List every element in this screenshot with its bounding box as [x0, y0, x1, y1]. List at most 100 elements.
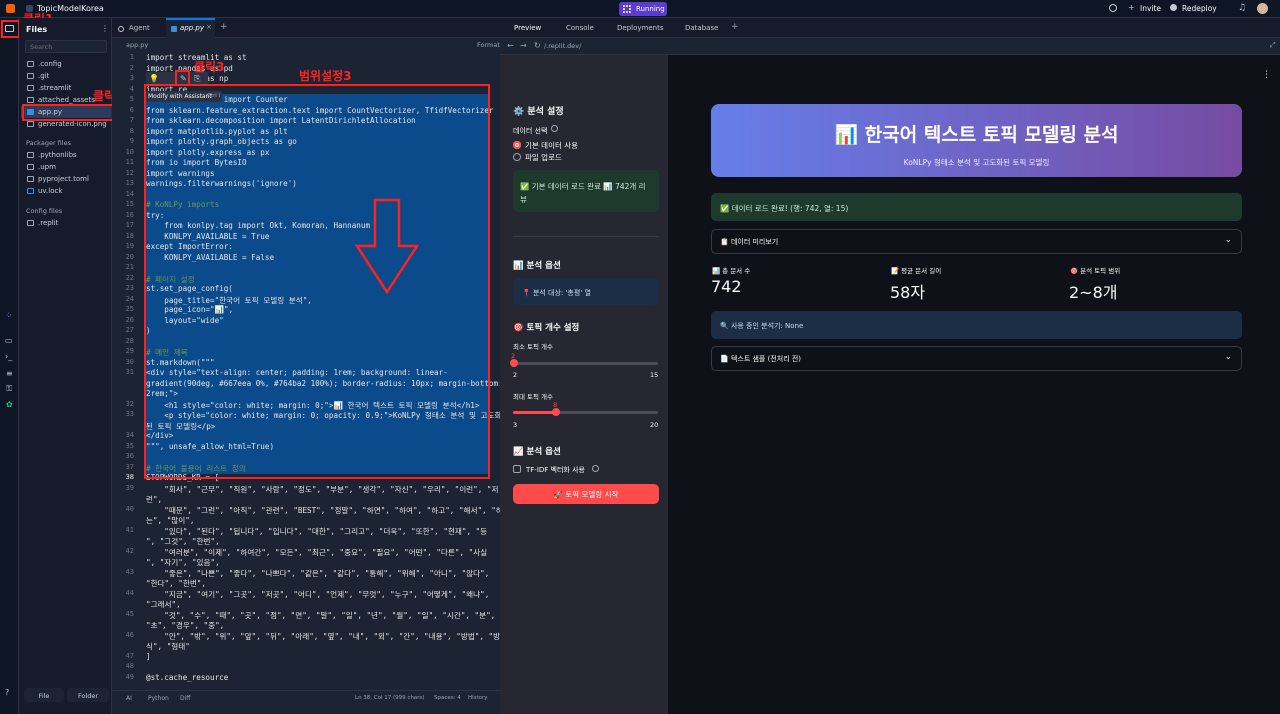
redeploy-button[interactable]: Redeploy [1182, 4, 1217, 13]
new-tab-icon[interactable]: + [731, 22, 739, 32]
line-number: 49 [125, 672, 134, 681]
run-button[interactable]: Running [619, 2, 667, 16]
min-slider-lo: 2 [513, 371, 518, 379]
max-slider-lo: 3 [513, 421, 518, 429]
code-line[interactable]: "안", "밖", "위", "앞", "뒤", "아래", "옆", "내",… [146, 631, 500, 642]
status-ai[interactable]: AI [126, 695, 132, 702]
tree-item-git[interactable]: .git [27, 72, 49, 80]
tree-item-upm[interactable]: .upm [27, 163, 56, 171]
code-line[interactable]: "초", "경우", "중", [146, 620, 224, 631]
help-icon[interactable] [551, 125, 558, 132]
tab-agent[interactable]: Agent [129, 24, 150, 32]
extensions-icon[interactable]: ✿ [6, 400, 13, 409]
min-slider-track[interactable] [513, 362, 658, 365]
tree-item-streamlit[interactable]: .streamlit [27, 84, 71, 92]
tree-item-config[interactable]: .config [27, 60, 62, 68]
search-icon[interactable] [1109, 4, 1117, 12]
max-slider-thumb[interactable] [552, 408, 560, 416]
external-link-icon[interactable]: ⤢ [1270, 41, 1276, 50]
python-tab-icon [171, 26, 177, 32]
code-line[interactable]: "여러분", "이제", "하여간", "모든", "최근", "중요", "필… [146, 547, 487, 558]
files-title: Files [26, 25, 48, 34]
line-number: 23 [125, 284, 134, 292]
new-file-button[interactable]: File [24, 688, 64, 702]
radio-default[interactable] [513, 141, 521, 149]
tfidf-checkbox[interactable] [513, 465, 521, 473]
breadcrumb[interactable]: app.py [126, 41, 148, 49]
line-number: 33 [125, 410, 134, 418]
tree-item-attached-assets[interactable]: attached_assets [27, 96, 95, 104]
line-number: 30 [125, 357, 134, 366]
invite-icon: + [1128, 3, 1135, 12]
url-text[interactable]: /.replit.dev/ [544, 42, 581, 50]
new-tab-icon[interactable]: + [220, 22, 228, 32]
code-line[interactable]: 런", [146, 494, 162, 505]
code-line[interactable]: "것", "수", "때", "곳", "점", "면", "말", "일", … [146, 610, 495, 621]
status-spaces[interactable]: Spaces: 4 [434, 695, 461, 701]
start-button[interactable]: 🚀 토픽 모델링 시작 [513, 484, 659, 504]
new-folder-button[interactable]: Folder [67, 688, 109, 702]
analyzer-info-text: 🔍 사용 중인 분석기: None [720, 322, 804, 330]
bell-icon[interactable]: ♫ [1238, 3, 1246, 13]
tree-item-replit[interactable]: .replit [27, 219, 58, 227]
secrets-icon[interactable]: ⚿ [6, 384, 12, 394]
code-line[interactable]: "지금", "여기", "그곳", "저곳", "어디", "언제", "무엇"… [146, 589, 489, 600]
code-line[interactable]: 식", "형태" [146, 641, 190, 652]
code-line[interactable]: ", "자기", "있음", [146, 557, 220, 568]
database-icon[interactable]: ≡ [6, 369, 13, 378]
line-number: 45 [125, 609, 134, 618]
tab-deployments[interactable]: Deployments [617, 24, 663, 32]
status-history[interactable]: History [468, 695, 488, 701]
code-line[interactable]: "있다", "된다", "됩니다", "입니다", "대한", "그리고", "… [146, 526, 487, 537]
help-icon[interactable] [592, 465, 599, 472]
code-line[interactable]: "회사", "근무", "직원", "사람", "정도", "부분", "생각"… [146, 484, 498, 495]
min-slider-thumb[interactable] [510, 359, 518, 367]
invite-button[interactable]: Invite [1140, 4, 1161, 13]
shell-icon[interactable]: ›_ [5, 352, 12, 361]
tools-icon[interactable]: ⁘ [5, 311, 13, 321]
folder-icon [27, 152, 34, 158]
tab-preview[interactable]: Preview [514, 24, 541, 32]
line-number: 15 [125, 200, 134, 208]
forward-icon[interactable]: → [520, 41, 527, 50]
code-line[interactable]: "그래서", [146, 599, 181, 610]
code-line[interactable]: ", "그것", "한번", [146, 536, 220, 547]
status-python[interactable]: Python [148, 695, 169, 702]
tab-database[interactable]: Database [685, 24, 718, 32]
code-line[interactable]: "때문", "그런", "아직", "관련", "BEST", "정말", "하… [146, 505, 502, 516]
main-menu-icon[interactable]: ⋮ [1262, 70, 1271, 80]
reload-icon[interactable]: ↻ [534, 41, 541, 50]
back-icon[interactable]: ← [507, 41, 514, 50]
hero-subtitle: KoNLPy 형태소 분석 및 고도화된 토픽 모델링 [903, 158, 1050, 167]
tab-console[interactable]: Console [566, 24, 594, 32]
tab-close-icon[interactable]: × [206, 23, 212, 31]
monitor-icon[interactable]: ▭ [5, 336, 13, 345]
start-button-label: 🚀 토픽 모델링 시작 [553, 490, 619, 499]
code-line[interactable]: "좋은", "나쁜", "좋다", "나쁘다", "같은", "같다", "통해… [146, 568, 489, 579]
lightbulb-icon[interactable]: 💡 [149, 74, 159, 83]
copy-icon[interactable]: ⎘ [194, 74, 200, 84]
help-icon[interactable]: ? [5, 688, 9, 697]
tree-item-uvlock[interactable]: uv.lock [27, 187, 62, 195]
file-icon [27, 220, 34, 226]
status-diff[interactable]: Diff [180, 695, 190, 702]
search-input[interactable] [25, 40, 107, 53]
more-icon[interactable]: ⋮ [101, 24, 109, 33]
code-line[interactable]: 는", "많이", [146, 515, 194, 526]
line-number: 34 [125, 431, 134, 439]
code-line[interactable]: "한다", "한번", [146, 578, 206, 589]
code-line[interactable]: @st.cache_resource [146, 673, 228, 684]
tree-item-pyproject[interactable]: pyproject.toml [27, 175, 89, 183]
format-button[interactable]: Format [477, 41, 500, 49]
config-title: Config files [26, 207, 63, 215]
replit-logo[interactable] [6, 4, 15, 13]
avatar[interactable] [1257, 3, 1268, 14]
max-slider-fill [513, 411, 556, 414]
radio-upload[interactable] [513, 153, 521, 161]
tree-item-pythonlibs[interactable]: .pythonlibs [27, 151, 77, 159]
line-number: 46 [125, 630, 134, 639]
preview-expander[interactable] [711, 229, 1242, 254]
code-line[interactable]: ] [146, 652, 151, 663]
analysis-options2-title: 📈 분석 옵션 [513, 447, 561, 457]
tree-item-generated-icon[interactable]: generated-icon.png [27, 120, 107, 128]
